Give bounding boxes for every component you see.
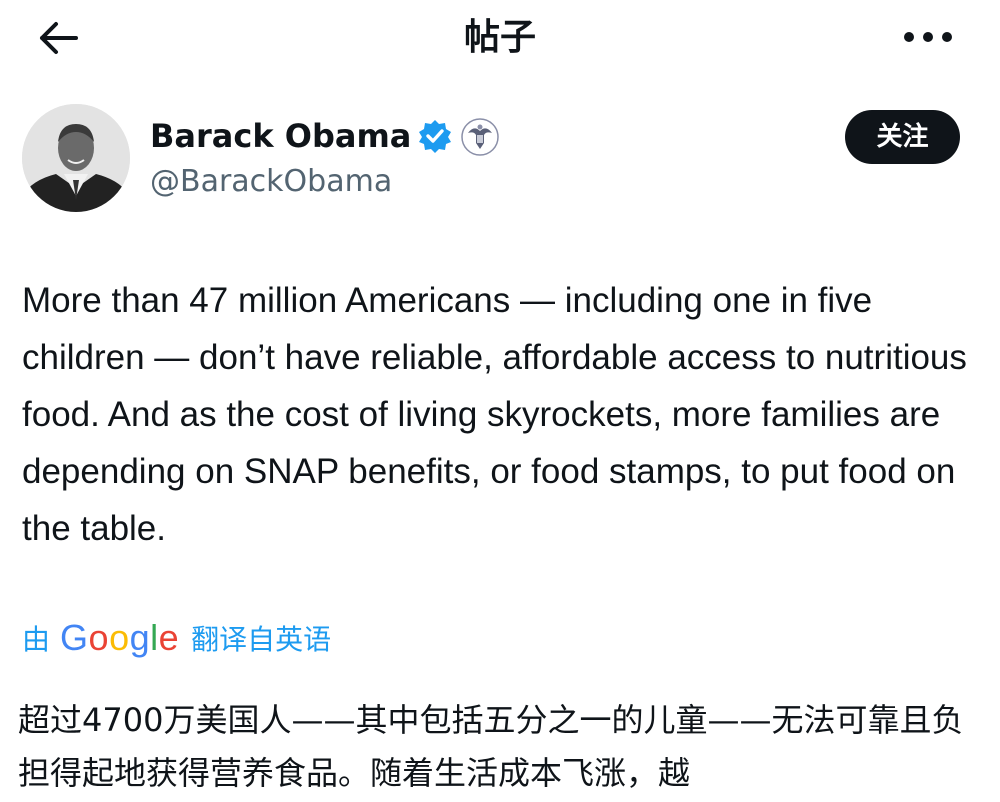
author-name[interactable]: Barack Obama	[150, 116, 411, 156]
google-o1: o	[88, 617, 110, 658]
google-l: l	[150, 617, 159, 658]
tweet-text: More than 47 million Americans — includi…	[22, 281, 967, 548]
google-o2: o	[109, 617, 130, 658]
translation-attribution[interactable]: 由 Google 翻译自英语	[22, 614, 331, 662]
government-seal-icon	[461, 118, 499, 156]
more-options-button[interactable]	[900, 20, 956, 54]
follow-button[interactable]: 关注	[845, 110, 960, 164]
translation-source: 翻译自英语	[191, 623, 332, 656]
avatar[interactable]	[22, 104, 130, 212]
google-g2: g	[129, 617, 151, 658]
more-dots-icon	[904, 32, 952, 42]
author-handle[interactable]: @BarackObama	[150, 162, 392, 202]
translation-prefix: 由	[22, 623, 51, 656]
google-g1: G	[60, 617, 89, 658]
top-bar: 帖子	[0, 0, 1000, 80]
translated-text: 超过4700万美国人——其中包括五分之一的儿童——无法可靠且负担得起地获得营养食…	[18, 701, 964, 792]
page-title: 帖子	[463, 17, 536, 58]
google-e: e	[158, 617, 180, 658]
google-logo: Google	[60, 616, 179, 660]
verified-badge-icon	[419, 120, 451, 153]
